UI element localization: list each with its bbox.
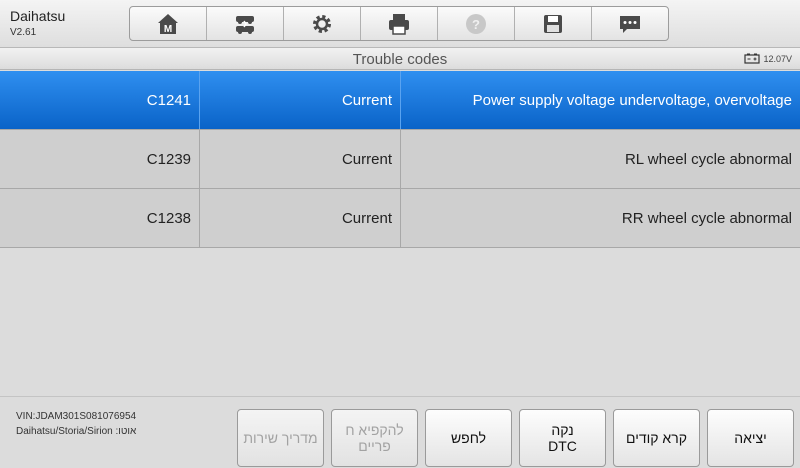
printer-icon [389,13,409,35]
table-row[interactable]: C1238 Current RR wheel cycle abnormal [0,189,800,248]
help-button[interactable]: ? [438,7,515,40]
version-label: V2.61 [10,27,37,38]
message-button[interactable] [592,7,668,40]
vehicle-swap-button[interactable] [207,7,284,40]
service-guide-button[interactable]: מדריך שירות [237,409,324,467]
help-icon: ? [466,13,486,34]
brand: Daihatsu V2.61 [10,8,65,38]
battery-icon [744,53,761,64]
vehicle-info: VIN:JDAM301S081076954 Daihatsu/Storia/Si… [16,409,136,439]
description-cell: Power supply voltage undervoltage, overv… [472,91,792,109]
read-codes-button[interactable]: קרא קודים [613,409,700,467]
code-cell: C1239 [0,130,200,188]
vin-label: VIN:JDAM301S081076954 [16,411,137,422]
battery-voltage: 12.07V [763,53,792,64]
page-title: Trouble codes [352,51,448,68]
message-icon [620,15,640,33]
svg-text:?: ? [472,17,480,32]
toolbar: M ? [129,6,669,41]
footer: VIN:JDAM301S081076954 Daihatsu/Storia/Si… [0,396,800,468]
svg-text:M: M [164,24,172,35]
print-button[interactable] [361,7,438,40]
home-button[interactable]: M [130,7,207,40]
table-row[interactable]: C1239 Current RL wheel cycle abnormal [0,130,800,189]
code-cell: C1238 [0,189,200,247]
table-row[interactable]: C1241 Current Power supply voltage under… [0,71,800,130]
status-cell: Current [200,71,401,129]
code-cell: C1241 [0,71,200,129]
settings-button[interactable] [284,7,361,40]
vehicle-swap-icon [236,15,254,34]
save-button[interactable] [515,7,592,40]
freeze-frame-button[interactable]: להקפיא ח פריים [331,409,418,467]
brand-name: Daihatsu [10,8,66,24]
battery-status: 12.07V [744,53,792,64]
exit-button[interactable]: יציאה [707,409,794,467]
description-cell: RR wheel cycle abnormal [621,209,792,227]
description-cell: RL wheel cycle abnormal [624,150,792,168]
home-m-icon: M [158,13,178,35]
title-bar: Trouble codes 12.07V [0,48,800,70]
vehicle-label: Daihatsu/Storia/Sirion :אוטו [16,426,137,437]
clear-dtc-button[interactable]: נקה DTC [519,409,606,467]
app-header: Daihatsu V2.61 M ? [0,0,800,48]
save-icon [544,14,562,33]
search-button[interactable]: לחפש [425,409,512,467]
status-cell: Current [200,130,401,188]
status-cell: Current [200,189,401,247]
gear-icon [313,14,331,33]
trouble-code-table: C1241 Current Power supply voltage under… [0,71,800,248]
